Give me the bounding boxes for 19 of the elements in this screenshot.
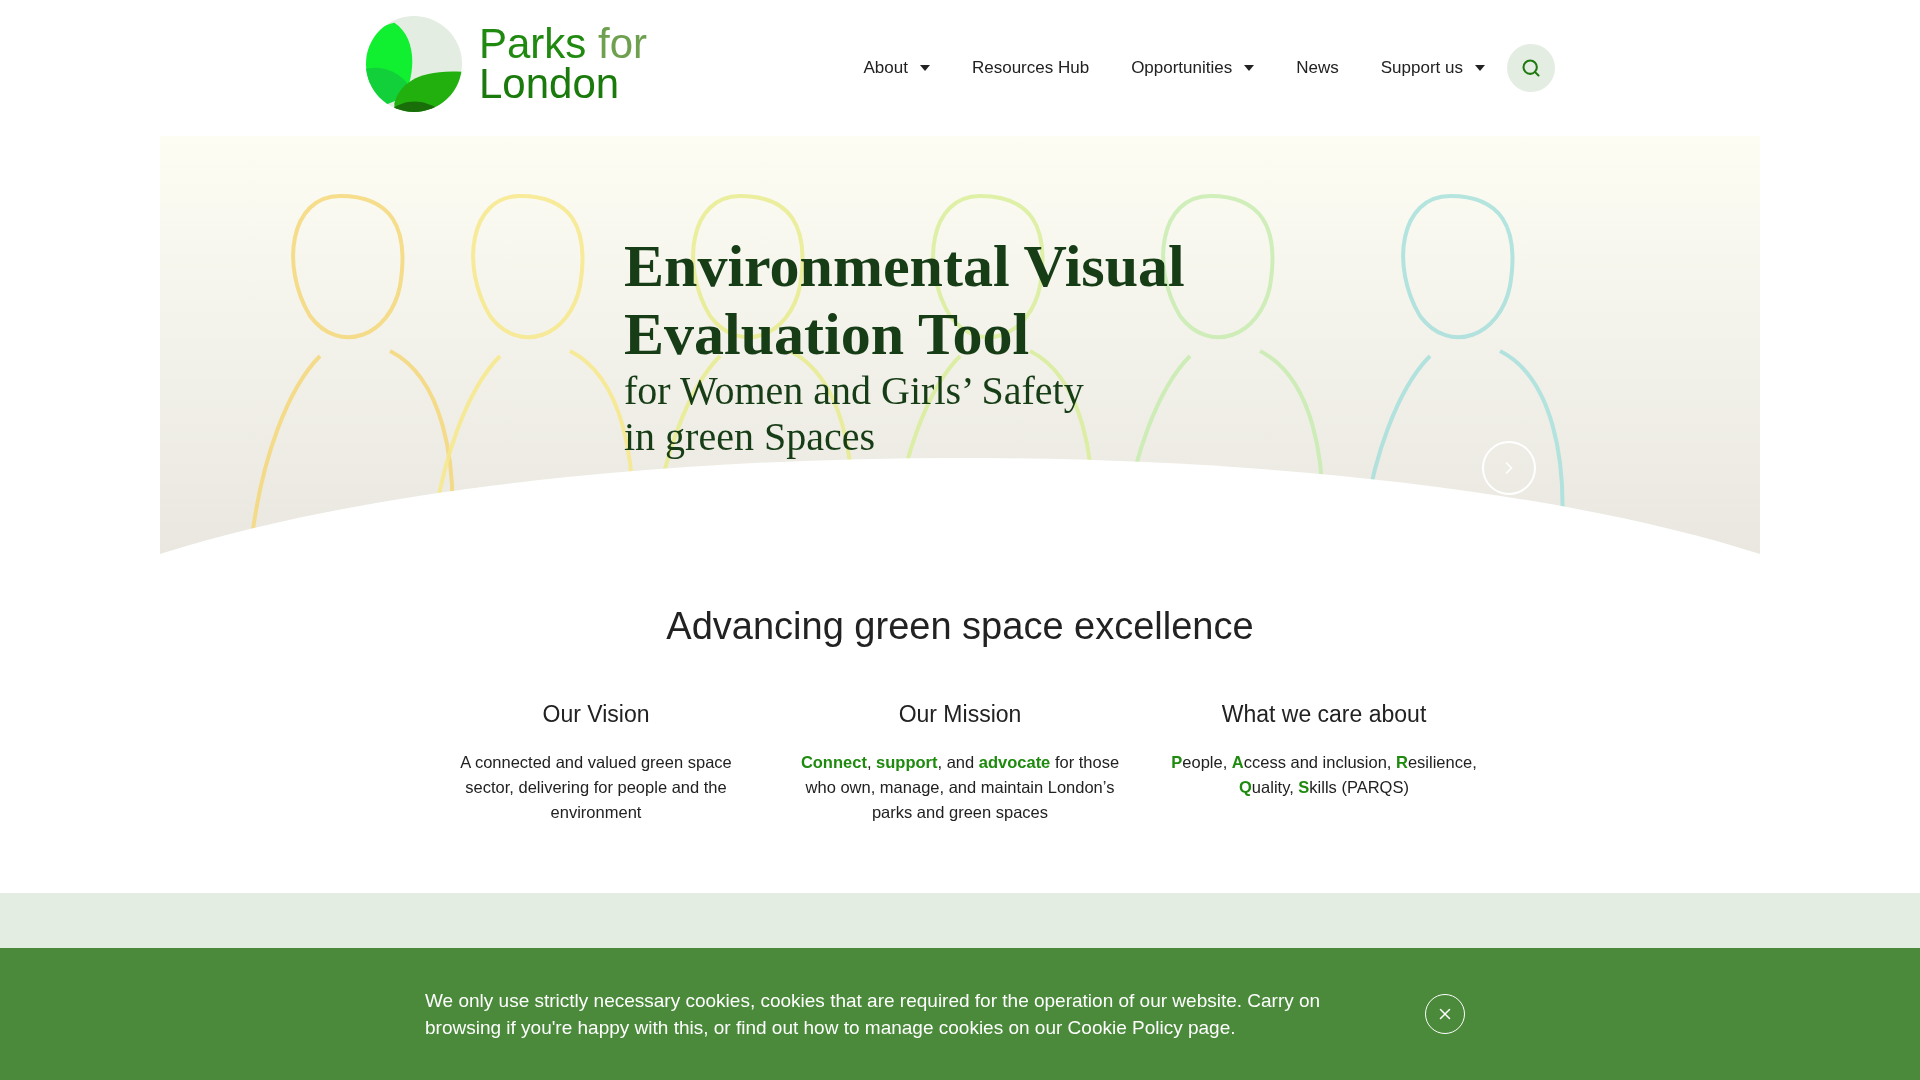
hero-subtitle: for Women and Girls’ Safety in green Spaces <box>624 368 1085 460</box>
logo-wordmark[interactable]: Parks for <box>479 24 648 64</box>
pillar-title: What we care about <box>1221 700 1427 729</box>
nav-link[interactable]: Opportunities <box>1131 55 1255 81</box>
search-icon <box>1521 58 1541 78</box>
nav-link[interactable]: News <box>1296 55 1339 81</box>
pillar-text: A connected and valued green space sector, delivering for people and the environment <box>459 751 733 823</box>
pillar-text: People, Access and inclusion, Resilience, Quality, Skills (PARQS) <box>1170 751 1478 798</box>
pillar-title: Our Mission <box>898 700 1022 729</box>
pillar-text: Connect, support, and advocate for those who own, manage, and maintain London’s parks and green spaces <box>800 751 1120 823</box>
section-heading: Advancing green space excellence <box>666 604 1254 649</box>
hero-title: Environmental Visual Evaluation Tool <box>624 232 1186 368</box>
nav-link[interactable]: Support us <box>1380 55 1485 81</box>
logo-wordmark[interactable]: London <box>479 64 648 104</box>
pillar-title: Our Vision <box>542 700 650 729</box>
nav-link[interactable]: About <box>863 55 930 81</box>
cookie-message: We only use strictly necessary cookies, cookies that are required for the operation of our website. Carry on browsing if you're happy with this, or find out how to manage cookies on our Cookie Policy page. <box>425 989 1322 1040</box>
search-button[interactable] <box>1507 44 1555 92</box>
nav-link[interactable]: Resources Hub <box>971 55 1090 81</box>
